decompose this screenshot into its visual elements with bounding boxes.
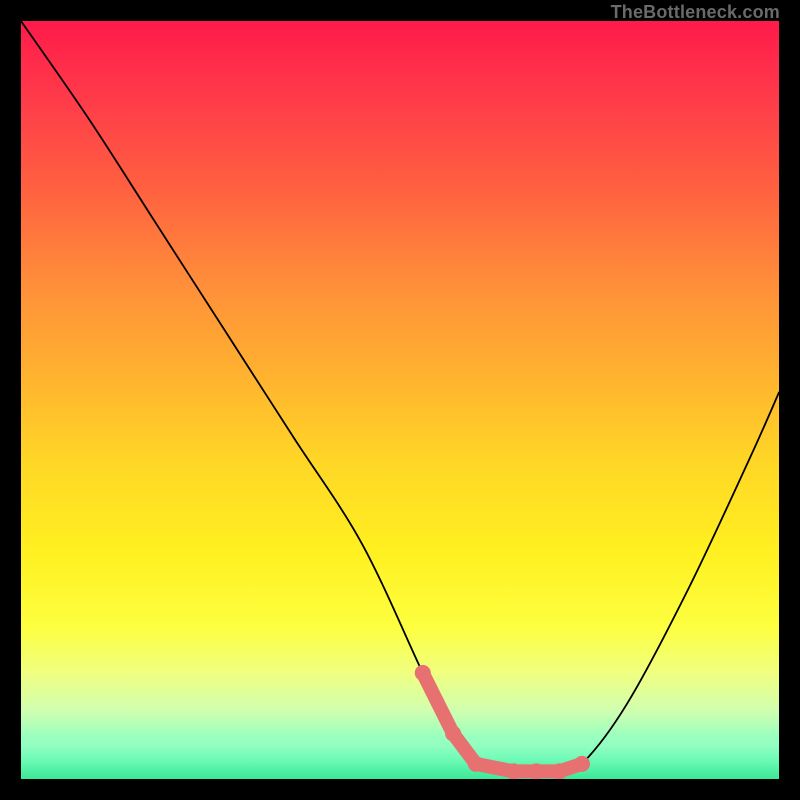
marker-point <box>551 763 567 779</box>
marker-point <box>468 756 484 772</box>
curve-svg <box>21 21 779 779</box>
highlight-markers <box>415 665 590 779</box>
chart-container: TheBottleneck.com <box>0 0 800 800</box>
bottleneck-curve <box>21 21 779 772</box>
marker-point <box>506 763 522 779</box>
plot-area <box>21 21 779 779</box>
marker-point <box>574 756 590 772</box>
marker-point <box>445 726 461 742</box>
marker-point <box>415 665 431 681</box>
valley-highlight <box>423 673 582 772</box>
watermark-text: TheBottleneck.com <box>611 2 780 23</box>
marker-point <box>528 763 544 779</box>
